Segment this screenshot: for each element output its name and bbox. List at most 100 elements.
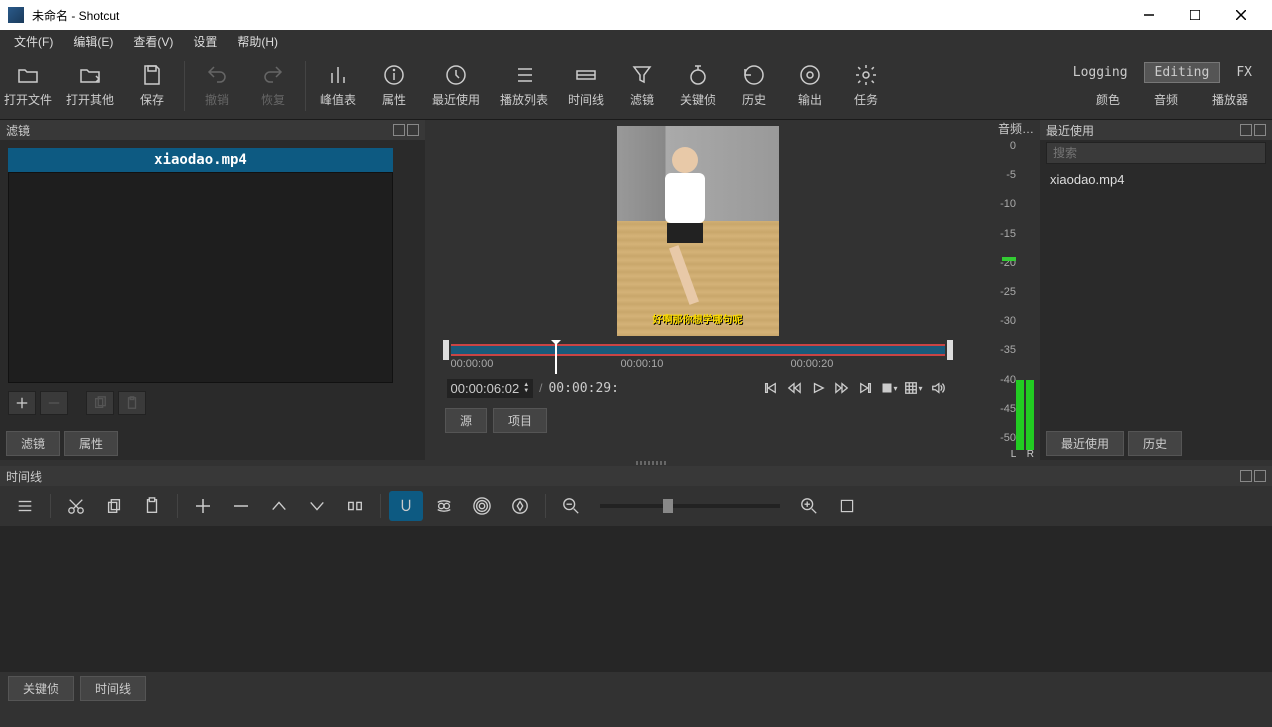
- timeline-button[interactable]: 时间线: [558, 52, 614, 119]
- layout-color[interactable]: 颜色: [1082, 89, 1134, 110]
- recent-panel: 最近使用 xiaodao.mp4 最近使用 历史: [1040, 120, 1272, 460]
- out-point-handle[interactable]: [947, 340, 953, 360]
- audio-meter-panel: 音频… 0 -5 -10 -15 -20 -25 -30 -35 -40 -45…: [970, 120, 1040, 460]
- peak-meter-button[interactable]: 峰值表: [310, 52, 366, 119]
- minimize-button[interactable]: [1126, 0, 1172, 30]
- zoom-fit-timeline[interactable]: [830, 491, 864, 521]
- history-button[interactable]: 历史: [726, 52, 782, 119]
- zoom-slider[interactable]: [600, 504, 780, 508]
- undock-icon[interactable]: [393, 124, 405, 136]
- timeline-panel: 时间线 关键侦 时间线: [0, 466, 1272, 705]
- ripple-button[interactable]: [465, 491, 499, 521]
- volume-button[interactable]: [927, 378, 949, 398]
- recent-item[interactable]: xiaodao.mp4: [1040, 166, 1272, 193]
- ripple-delete-button[interactable]: [224, 491, 258, 521]
- tab-properties[interactable]: 属性: [64, 431, 118, 456]
- info-icon: [382, 63, 406, 87]
- jobs-button[interactable]: 任务: [838, 52, 894, 119]
- layout-editing[interactable]: Editing: [1144, 62, 1221, 83]
- player-tab-source[interactable]: 源: [445, 408, 487, 433]
- clock-icon: [444, 63, 468, 87]
- close-panel-icon[interactable]: [407, 124, 419, 136]
- menu-edit[interactable]: 编辑(E): [63, 31, 123, 52]
- skip-start-button[interactable]: [759, 378, 781, 398]
- play-button[interactable]: [807, 378, 829, 398]
- timeline-icon: [574, 63, 598, 87]
- selected-clip-chip[interactable]: xiaodao.mp4: [8, 148, 393, 172]
- zoom-in-button[interactable]: [792, 491, 826, 521]
- close-panel-icon[interactable]: [1254, 470, 1266, 482]
- close-button[interactable]: [1218, 0, 1264, 30]
- save-button[interactable]: 保存: [124, 52, 180, 119]
- menu-help[interactable]: 帮助(H): [227, 31, 288, 52]
- layout-audio[interactable]: 音频: [1140, 89, 1192, 110]
- recent-button[interactable]: 最近使用: [422, 52, 490, 119]
- redo-button[interactable]: 恢复: [245, 52, 301, 119]
- layout-fx[interactable]: FX: [1226, 63, 1262, 82]
- lift-button[interactable]: [262, 491, 296, 521]
- append-button[interactable]: [186, 491, 220, 521]
- zoom-fit-button[interactable]: ▾: [879, 378, 901, 398]
- menu-button[interactable]: [8, 491, 42, 521]
- stopwatch-icon: [686, 63, 710, 87]
- keyframes-button[interactable]: 关键侦: [670, 52, 726, 119]
- filters-button[interactable]: 滤镜: [614, 52, 670, 119]
- snap-button[interactable]: [389, 491, 423, 521]
- list-icon: [512, 63, 536, 87]
- save-icon: [140, 63, 164, 87]
- recent-panel-title: 最近使用: [1046, 122, 1094, 139]
- undock-icon[interactable]: [1240, 124, 1252, 136]
- history-icon: [742, 63, 766, 87]
- menu-view[interactable]: 查看(V): [123, 31, 183, 52]
- fastforward-button[interactable]: [831, 378, 853, 398]
- overwrite-button[interactable]: [300, 491, 334, 521]
- cut-button[interactable]: [59, 491, 93, 521]
- skip-end-button[interactable]: [855, 378, 877, 398]
- splitter[interactable]: [0, 460, 1272, 466]
- grid-button[interactable]: ▾: [903, 378, 925, 398]
- tab-recent[interactable]: 最近使用: [1046, 431, 1124, 456]
- playlist-button[interactable]: 播放列表: [490, 52, 558, 119]
- folder-open-icon: [16, 63, 40, 87]
- layout-logging[interactable]: Logging: [1063, 63, 1138, 82]
- properties-button[interactable]: 属性: [366, 52, 422, 119]
- paste-filter-button[interactable]: [118, 391, 146, 415]
- redo-icon: [261, 63, 285, 87]
- remove-filter-button[interactable]: [40, 391, 68, 415]
- undock-icon[interactable]: [1240, 470, 1252, 482]
- copy-button[interactable]: [97, 491, 131, 521]
- undo-button[interactable]: 撤销: [189, 52, 245, 119]
- video-preview[interactable]: 好啊那你想学哪句呢: [617, 126, 779, 336]
- timecode-current[interactable]: 00:00:06:02▲▼: [447, 379, 534, 398]
- titlebar: 未命名 - Shotcut: [0, 0, 1272, 30]
- menu-settings[interactable]: 设置: [183, 31, 227, 52]
- search-input[interactable]: [1046, 142, 1266, 164]
- ripple-all-button[interactable]: [503, 491, 537, 521]
- menu-file[interactable]: 文件(F): [4, 31, 63, 52]
- zoom-out-button[interactable]: [554, 491, 588, 521]
- maximize-button[interactable]: [1172, 0, 1218, 30]
- open-file-button[interactable]: 打开文件: [0, 52, 56, 119]
- copy-filter-button[interactable]: [86, 391, 114, 415]
- export-button[interactable]: 输出: [782, 52, 838, 119]
- in-point-handle[interactable]: [443, 340, 449, 360]
- add-filter-button[interactable]: [8, 391, 36, 415]
- timecode-duration: 00:00:29:: [548, 381, 618, 396]
- timeline-tracks[interactable]: [0, 526, 1272, 672]
- scrub-bar[interactable]: 00:00:00 00:00:10 00:00:20: [443, 340, 953, 374]
- scrub-audio-button[interactable]: [427, 491, 461, 521]
- player-tab-project[interactable]: 项目: [493, 408, 547, 433]
- tab-filters[interactable]: 滤镜: [6, 431, 60, 456]
- paste-button[interactable]: [135, 491, 169, 521]
- rewind-button[interactable]: [783, 378, 805, 398]
- layout-player[interactable]: 播放器: [1198, 89, 1262, 110]
- open-other-button[interactable]: 打开其他: [56, 52, 124, 119]
- audio-level-bars: [1016, 380, 1036, 450]
- peak-meter-icon: [326, 63, 350, 87]
- filters-list[interactable]: [8, 172, 393, 383]
- bottom-tab-keyframes[interactable]: 关键侦: [8, 676, 74, 701]
- split-button[interactable]: [338, 491, 372, 521]
- close-panel-icon[interactable]: [1254, 124, 1266, 136]
- bottom-tab-timeline[interactable]: 时间线: [80, 676, 146, 701]
- tab-history[interactable]: 历史: [1128, 431, 1182, 456]
